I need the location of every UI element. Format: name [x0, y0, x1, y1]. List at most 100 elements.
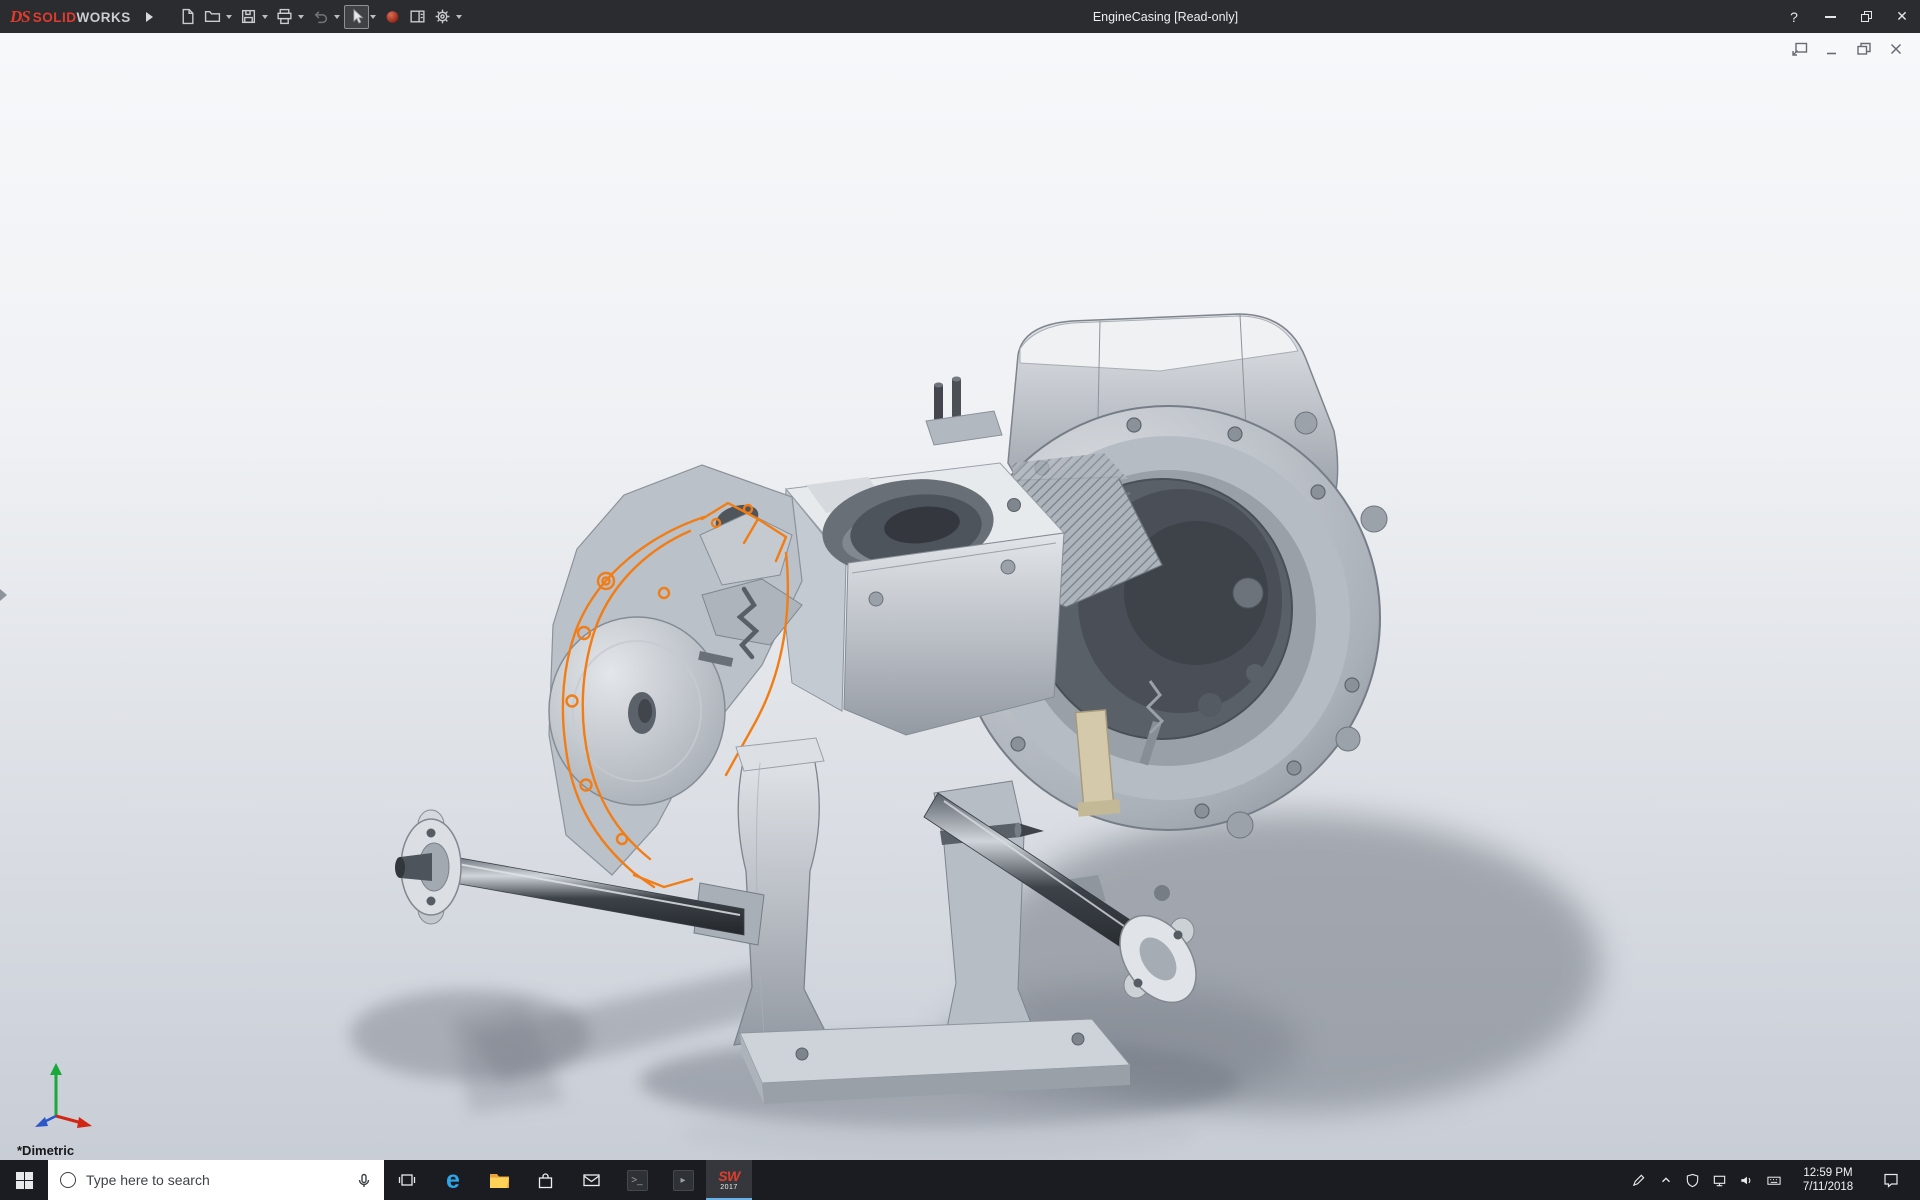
menu-flyout-button[interactable]: [141, 5, 159, 29]
system-tray: 12:59 PM 7/11/2018: [1625, 1160, 1920, 1200]
restore-icon: [1857, 42, 1871, 55]
clock-date: 7/11/2018: [1802, 1181, 1854, 1193]
select-tool-button[interactable]: [343, 4, 369, 29]
display-pane-button[interactable]: [405, 5, 430, 29]
print-button[interactable]: [272, 5, 297, 29]
float-window-button[interactable]: [1790, 41, 1810, 57]
document-window-controls: [1790, 41, 1906, 57]
red-sphere-icon: [386, 11, 399, 23]
document-title: EngineCasing [Read-only]: [1092, 9, 1239, 24]
help-icon: ?: [1790, 8, 1798, 25]
cylinder-block[interactable]: [781, 462, 1066, 736]
cortana-icon: [60, 1172, 76, 1188]
z-axis-arrow: [35, 1117, 48, 1127]
y-axis-arrow: [50, 1063, 62, 1075]
engine-casing-model[interactable]: [0, 33, 1920, 1160]
hidden-icons-chevron-icon: [1661, 1177, 1670, 1183]
task-view-button[interactable]: [384, 1160, 430, 1200]
windows-logo-icon: [15, 1171, 33, 1189]
restore-button[interactable]: [1848, 0, 1884, 33]
select-cursor-icon: [353, 8, 364, 24]
view-orientation-label: *Dimetric: [17, 1143, 75, 1158]
file-explorer-icon: [489, 1173, 509, 1188]
chevron-down-icon[interactable]: [369, 14, 376, 19]
action-center-button[interactable]: [1869, 1160, 1913, 1200]
restore-document-button[interactable]: [1854, 41, 1874, 57]
mail-envelope-icon: [582, 1174, 600, 1187]
feature-tree-expand-arrow[interactable]: [0, 589, 7, 601]
logo-works-text: WORKS: [76, 9, 131, 25]
windows-taskbar: e >_ ▸ SW 2017: [0, 1160, 1920, 1200]
defender-shield-icon: [1686, 1173, 1699, 1187]
network-icon: [1713, 1175, 1726, 1186]
graphics-area[interactable]: *Dimetric: [0, 33, 1920, 1160]
minimize-document-button[interactable]: [1822, 41, 1842, 57]
close-icon: [1890, 43, 1902, 55]
taskbar-clock[interactable]: 12:59 PM 7/11/2018: [1787, 1166, 1869, 1194]
edge-browser-button[interactable]: e: [430, 1160, 476, 1200]
minimize-icon: [1824, 15, 1836, 18]
minimize-icon: [1827, 52, 1836, 55]
file-explorer-button[interactable]: [476, 1160, 522, 1200]
window-controls: ? ✕: [1776, 0, 1920, 33]
reference-triad: [35, 1063, 92, 1128]
pinned-app-button-1[interactable]: >_: [614, 1160, 660, 1200]
volume-icon: [1741, 1176, 1751, 1184]
clock-time: 12:59 PM: [1803, 1167, 1853, 1179]
open-button[interactable]: [200, 5, 225, 29]
solidworks-logo: DS SOLID WORKS: [10, 7, 131, 27]
chevron-right-icon: [146, 11, 154, 22]
options-button[interactable]: [430, 5, 455, 29]
solidworks-app-icon: SW 2017: [718, 1168, 740, 1191]
chevron-down-icon[interactable]: [261, 14, 268, 19]
pen-icon: [1632, 1174, 1645, 1186]
pen-tray-button[interactable]: [1625, 1160, 1652, 1200]
action-center-icon: [1884, 1173, 1898, 1188]
close-document-button[interactable]: [1886, 41, 1906, 57]
titlebar: DS SOLID WORKS EngineCasing [Read-only] …: [0, 0, 1920, 33]
mail-button[interactable]: [568, 1160, 614, 1200]
pinned-app-button-2[interactable]: ▸: [660, 1160, 706, 1200]
store-button[interactable]: [522, 1160, 568, 1200]
volume-tray-button[interactable]: [1733, 1160, 1760, 1200]
chevron-down-icon[interactable]: [455, 14, 462, 19]
new-document-button[interactable]: [175, 5, 200, 29]
undo-icon: [314, 11, 327, 24]
restore-icon: [1860, 11, 1872, 22]
undo-button[interactable]: [308, 5, 333, 29]
defender-tray-button[interactable]: [1679, 1160, 1706, 1200]
store-bag-icon: [538, 1172, 552, 1188]
quick-access-toolbar: [175, 4, 466, 29]
pinned-app-icon-1: >_: [626, 1169, 648, 1191]
close-button[interactable]: ✕: [1884, 0, 1920, 33]
logo-solid-text: SOLID: [32, 9, 77, 25]
new-file-icon: [182, 8, 194, 25]
search-input[interactable]: [86, 1172, 346, 1188]
edge-icon: e: [446, 1165, 460, 1194]
chevron-down-icon[interactable]: [297, 14, 304, 19]
open-folder-icon: [204, 11, 220, 22]
pinned-app-icon-2: ▸: [672, 1169, 694, 1191]
keyboard-tray-button[interactable]: [1760, 1160, 1787, 1200]
minimize-button[interactable]: [1812, 0, 1848, 33]
document-pane-icon: [410, 10, 425, 23]
help-button[interactable]: ?: [1776, 0, 1812, 33]
solidworks-app-button[interactable]: SW 2017: [706, 1160, 752, 1200]
task-view-icon: [398, 1174, 416, 1186]
start-button[interactable]: [0, 1160, 48, 1200]
network-tray-button[interactable]: [1706, 1160, 1733, 1200]
x-axis-arrow: [77, 1117, 92, 1128]
close-icon: ✕: [1896, 8, 1908, 24]
screen: DS SOLID WORKS EngineCasing [Read-only] …: [0, 0, 1920, 1200]
chevron-down-icon[interactable]: [333, 14, 340, 19]
save-button[interactable]: [236, 5, 261, 29]
hidden-icons-button[interactable]: [1652, 1160, 1679, 1200]
keyboard-icon: [1766, 1176, 1781, 1185]
taskbar-search[interactable]: [48, 1160, 384, 1200]
print-icon: [277, 8, 292, 25]
file-properties-button[interactable]: [380, 5, 405, 29]
gear-icon: [435, 9, 450, 24]
microphone-icon[interactable]: [356, 1172, 372, 1188]
float-window-icon: [1792, 42, 1808, 56]
chevron-down-icon[interactable]: [225, 14, 232, 19]
